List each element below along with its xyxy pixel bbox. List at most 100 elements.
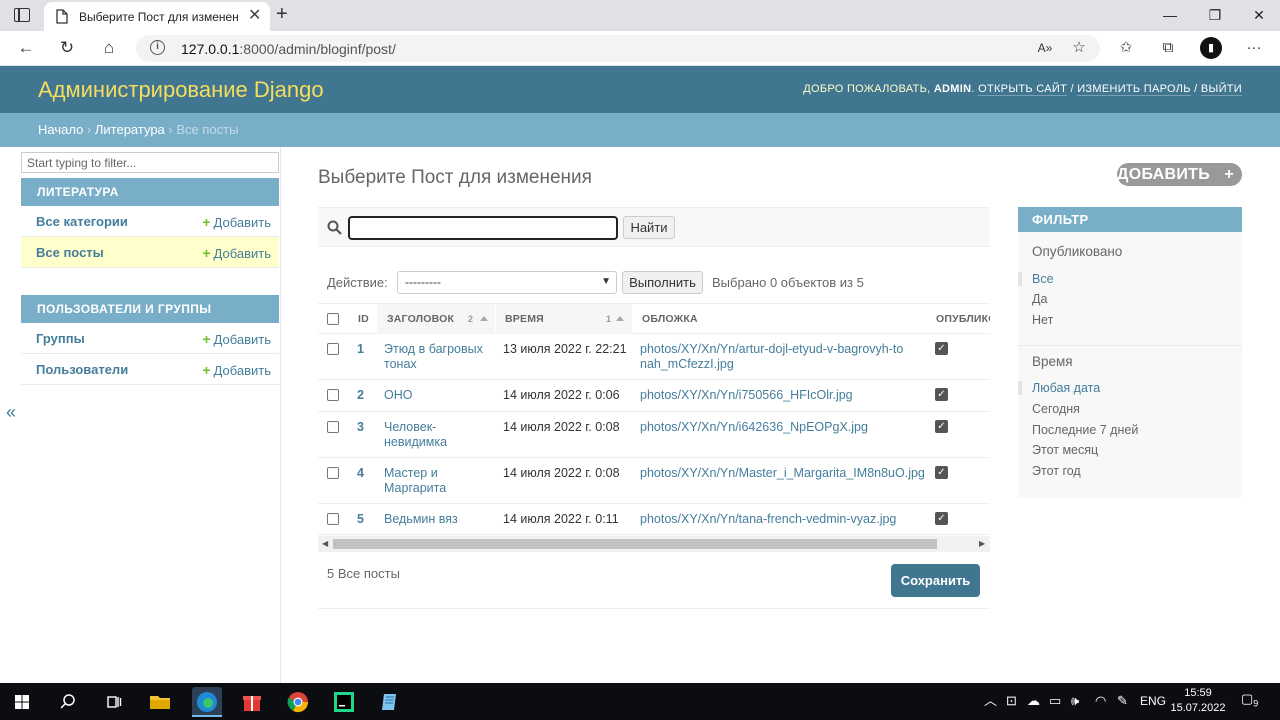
scrollbar-thumb[interactable] xyxy=(333,539,937,549)
save-button[interactable]: Сохранить xyxy=(891,564,980,597)
row-id-link[interactable]: 5 xyxy=(357,512,364,527)
filter-item[interactable]: Любая дата xyxy=(1032,381,1100,395)
column-time[interactable]: Время 1 xyxy=(496,304,632,334)
sidebar-item-label[interactable]: Группы xyxy=(36,331,85,346)
onedrive-icon[interactable]: ☁ xyxy=(1027,694,1040,708)
language-indicator[interactable]: ENG xyxy=(1140,694,1166,708)
column-id[interactable]: ID xyxy=(358,304,369,334)
profile-avatar[interactable]: ▮ xyxy=(1200,37,1222,59)
filter-item[interactable]: Этот год xyxy=(1032,464,1081,478)
volume-icon[interactable]: 🕪 xyxy=(1071,694,1079,708)
sidebar-item-label[interactable]: Все категории xyxy=(36,214,128,229)
row-id-link[interactable]: 4 xyxy=(357,466,364,481)
home-icon[interactable]: ⌂ xyxy=(97,37,121,59)
close-tab-icon[interactable]: ✕ xyxy=(248,8,261,24)
row-title-link[interactable]: Мастер и Маргарита xyxy=(384,466,464,496)
site-info-icon[interactable]: i xyxy=(150,40,165,55)
refresh-icon[interactable]: ↻ xyxy=(55,37,79,59)
address-bar[interactable]: i 127.0.0.1:8000/admin/bloginf/post/ xyxy=(136,35,1100,62)
row-title-link[interactable]: ОНО xyxy=(384,388,412,403)
search-input[interactable] xyxy=(348,216,618,240)
search-icon[interactable] xyxy=(54,688,82,716)
back-icon[interactable]: ← xyxy=(14,37,38,59)
more-icon[interactable]: ··· xyxy=(1242,37,1266,59)
row-title-link[interactable]: Ведьмин вяз xyxy=(384,512,458,527)
notepad-icon[interactable] xyxy=(376,688,404,716)
select-all-checkbox[interactable] xyxy=(327,313,339,325)
row-id-link[interactable]: 2 xyxy=(357,388,364,403)
read-aloud-icon[interactable]: A» xyxy=(1033,37,1057,59)
wifi-icon[interactable]: ◠ xyxy=(1095,694,1106,708)
sidebar-item-label[interactable]: Все посты xyxy=(36,245,104,260)
change-password-link[interactable]: Изменить пароль xyxy=(1077,83,1191,96)
filter-item[interactable]: Нет xyxy=(1032,313,1053,327)
breadcrumb-home[interactable]: Начало xyxy=(38,122,83,137)
row-checkbox[interactable] xyxy=(327,389,339,401)
row-id-link[interactable]: 3 xyxy=(357,420,364,435)
row-checkbox[interactable] xyxy=(327,513,339,525)
module-caption[interactable]: Пользователи и группы xyxy=(21,295,279,323)
chevron-up-icon[interactable]: ︿ xyxy=(984,694,997,708)
column-title[interactable]: Заголовок 2 xyxy=(377,304,495,334)
row-cover-link[interactable]: photos/XY/Xn/Yn/i642636_NpEOPgX.jpg xyxy=(640,420,868,435)
scroll-left-icon[interactable]: ◀ xyxy=(322,539,328,548)
file-explorer-icon[interactable] xyxy=(146,688,174,716)
action-select[interactable]: --------- ▼ xyxy=(397,271,617,294)
view-site-link[interactable]: Открыть сайт xyxy=(978,83,1068,96)
sort-ascending-icon[interactable] xyxy=(616,316,624,321)
new-tab-icon[interactable]: + xyxy=(276,3,288,25)
row-id-link[interactable]: 1 xyxy=(357,342,364,357)
scroll-right-icon[interactable]: ▶ xyxy=(979,539,985,548)
row-checkbox[interactable] xyxy=(327,467,339,479)
add-link[interactable]: + Добавить xyxy=(202,245,271,261)
breadcrumb-app[interactable]: Литература xyxy=(95,122,165,137)
add-link[interactable]: + Добавить xyxy=(202,362,271,378)
row-checkbox[interactable] xyxy=(327,343,339,355)
chrome-icon[interactable] xyxy=(284,688,312,716)
column-cover[interactable]: Обложка xyxy=(642,304,698,334)
add-favorite-icon[interactable]: ☆ xyxy=(1067,37,1091,59)
horizontal-scrollbar[interactable]: ◀ ▶ xyxy=(318,536,990,552)
row-cover-link[interactable]: photos/XY/Xn/Yn/Master_i_Margarita_IM8n8… xyxy=(640,466,925,481)
filter-item[interactable]: Да xyxy=(1032,292,1047,306)
site-branding[interactable]: Администрирование Django xyxy=(38,77,324,103)
row-title-link[interactable]: Человек-невидимка xyxy=(384,420,464,450)
windows-start-icon[interactable] xyxy=(8,688,36,716)
collections-icon[interactable]: ⧉ xyxy=(1156,37,1180,59)
filter-item[interactable]: Этот месяц xyxy=(1032,443,1098,457)
battery-icon[interactable]: ▭ xyxy=(1049,694,1061,708)
minimize-icon[interactable]: — xyxy=(1158,7,1182,23)
collapse-sidebar-icon[interactable]: « xyxy=(6,402,16,423)
sort-ascending-icon[interactable] xyxy=(480,316,488,321)
pycharm-icon[interactable] xyxy=(330,688,358,716)
add-link[interactable]: + Добавить xyxy=(202,214,271,230)
meet-now-icon[interactable]: ⊡ xyxy=(1006,694,1017,708)
filter-item[interactable]: Все xyxy=(1032,272,1054,286)
column-published[interactable]: Опублико xyxy=(936,304,990,334)
add-link[interactable]: + Добавить xyxy=(202,331,271,347)
clock[interactable]: 15:59 15.07.2022 xyxy=(1170,686,1226,716)
row-title-link[interactable]: Этюд в багровых тонах xyxy=(384,342,502,372)
row-cover-link[interactable]: photos/XY/Xn/Yn/tana-french-vedmin-vyaz.… xyxy=(640,512,896,527)
maximize-icon[interactable]: ❐ xyxy=(1203,7,1227,23)
run-action-button[interactable]: Выполнить xyxy=(622,271,703,294)
row-cover-link[interactable]: photos/XY/Xn/Yn/i750566_HFIcOlr.jpg xyxy=(640,388,853,403)
edge-browser-icon[interactable] xyxy=(192,687,222,717)
add-post-button[interactable]: Добавить пост + xyxy=(1117,163,1242,206)
pen-icon[interactable]: ✎ xyxy=(1117,694,1128,708)
module-caption[interactable]: Литература xyxy=(21,178,279,206)
filter-item[interactable]: Сегодня xyxy=(1032,402,1080,416)
gift-app-icon[interactable] xyxy=(238,688,266,716)
filter-item[interactable]: Последние 7 дней xyxy=(1032,423,1138,437)
task-view-icon[interactable] xyxy=(100,688,128,716)
browser-tab[interactable]: Выберите Пост для изменения ✕ xyxy=(44,2,270,31)
favorites-icon[interactable]: ✩ xyxy=(1114,37,1138,59)
row-checkbox[interactable] xyxy=(327,421,339,433)
row-cover-link[interactable]: photos/XY/Xn/Yn/artur-dojl-etyud-v-bagro… xyxy=(640,342,910,372)
logout-link[interactable]: Выйти xyxy=(1200,83,1242,96)
sidebar-item-label[interactable]: Пользователи xyxy=(36,362,128,377)
nav-filter-input[interactable]: Start typing to filter... xyxy=(21,152,279,173)
notification-icon[interactable]: ▢9 xyxy=(1241,692,1258,711)
close-window-icon[interactable]: ✕ xyxy=(1247,7,1271,23)
tab-actions-icon[interactable] xyxy=(14,8,30,22)
